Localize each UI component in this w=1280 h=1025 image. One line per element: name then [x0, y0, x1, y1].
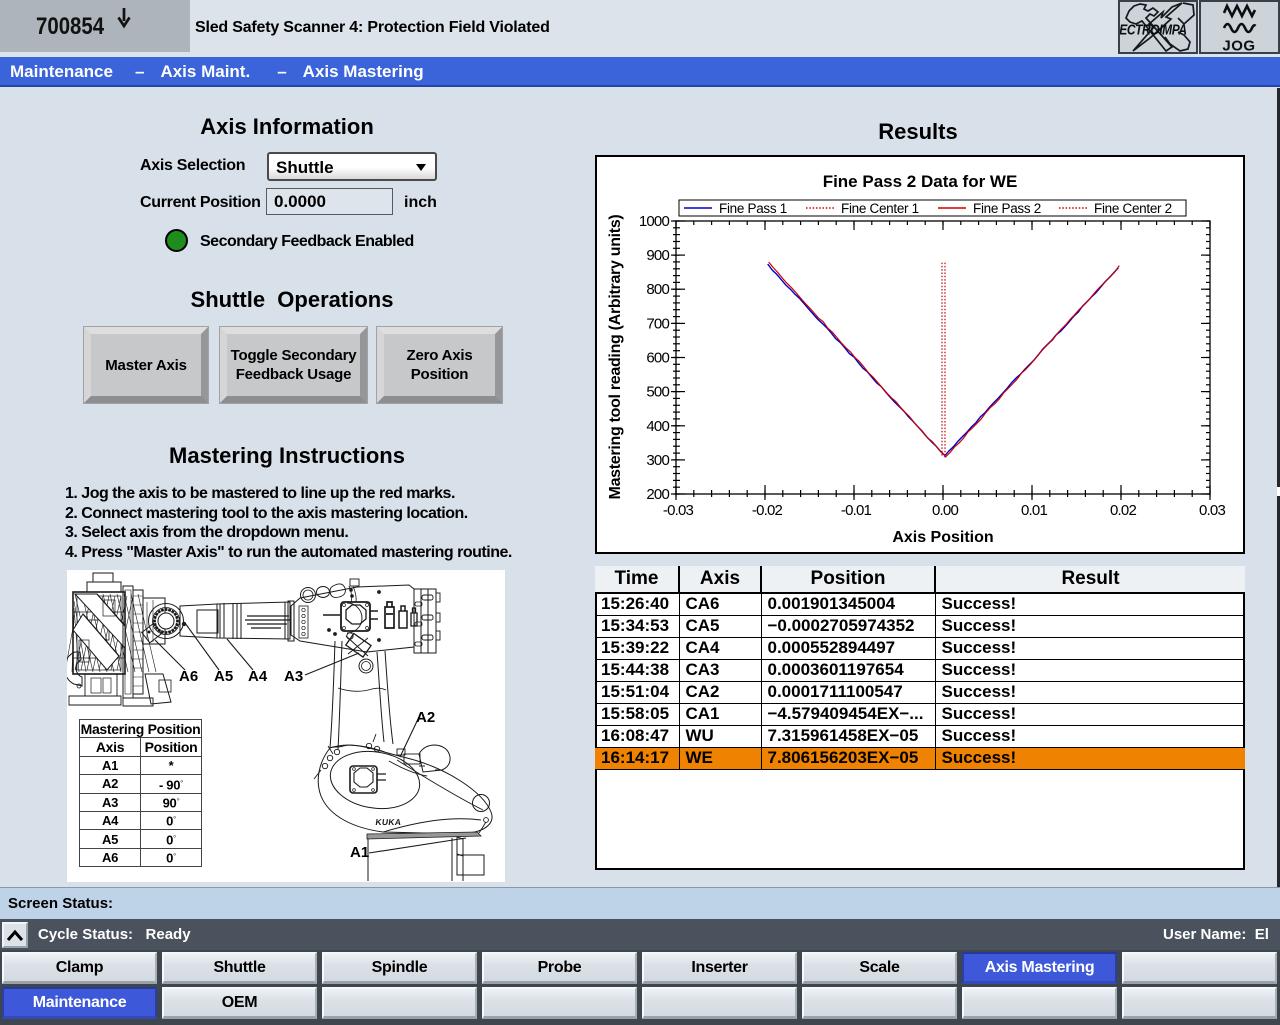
svg-text:500: 500 [646, 384, 669, 401]
svg-text:Fine Center 2: Fine Center 2 [1094, 201, 1172, 216]
svg-text:A6: A6 [179, 668, 198, 685]
svg-text:600: 600 [646, 350, 669, 367]
svg-text:Fine Pass 2: Fine Pass 2 [973, 201, 1041, 216]
svg-text:Mastering tool reading (Arbitr: Mastering tool reading (Arbitrary units) [607, 215, 624, 500]
svg-text:-0.03: -0.03 [663, 502, 694, 519]
svg-text:A1: A1 [350, 844, 369, 861]
svg-text:A5: A5 [214, 668, 233, 685]
svg-text:1000: 1000 [639, 213, 670, 230]
svg-text:0.01: 0.01 [1021, 502, 1047, 519]
svg-text:-0.01: -0.01 [841, 502, 872, 519]
svg-text:JOG: JOG [1222, 38, 1255, 55]
svg-text:0.00: 0.00 [932, 502, 958, 519]
svg-text:400: 400 [646, 418, 669, 435]
svg-text:700: 700 [646, 315, 669, 332]
svg-text:-0.02: -0.02 [752, 502, 783, 519]
svg-text:0.03: 0.03 [1199, 502, 1225, 519]
svg-text:200: 200 [646, 486, 669, 503]
svg-text:A2: A2 [416, 709, 435, 726]
svg-text:0.02: 0.02 [1110, 502, 1136, 519]
svg-text:A4: A4 [248, 668, 268, 685]
svg-text:900: 900 [646, 247, 669, 264]
svg-text:KUKA: KUKA [375, 817, 402, 827]
svg-text:800: 800 [646, 281, 669, 298]
svg-text:Fine Pass 1: Fine Pass 1 [719, 201, 787, 216]
svg-text:A3: A3 [284, 668, 303, 685]
svg-text:Fine Pass 2 Data for WE: Fine Pass 2 Data for WE [823, 172, 1018, 191]
svg-text:300: 300 [646, 452, 669, 469]
svg-text:ECTROIMPA: ECTROIMPA [1120, 21, 1187, 38]
svg-text:Axis Position: Axis Position [892, 529, 993, 546]
svg-text:Fine Center 1: Fine Center 1 [841, 201, 919, 216]
